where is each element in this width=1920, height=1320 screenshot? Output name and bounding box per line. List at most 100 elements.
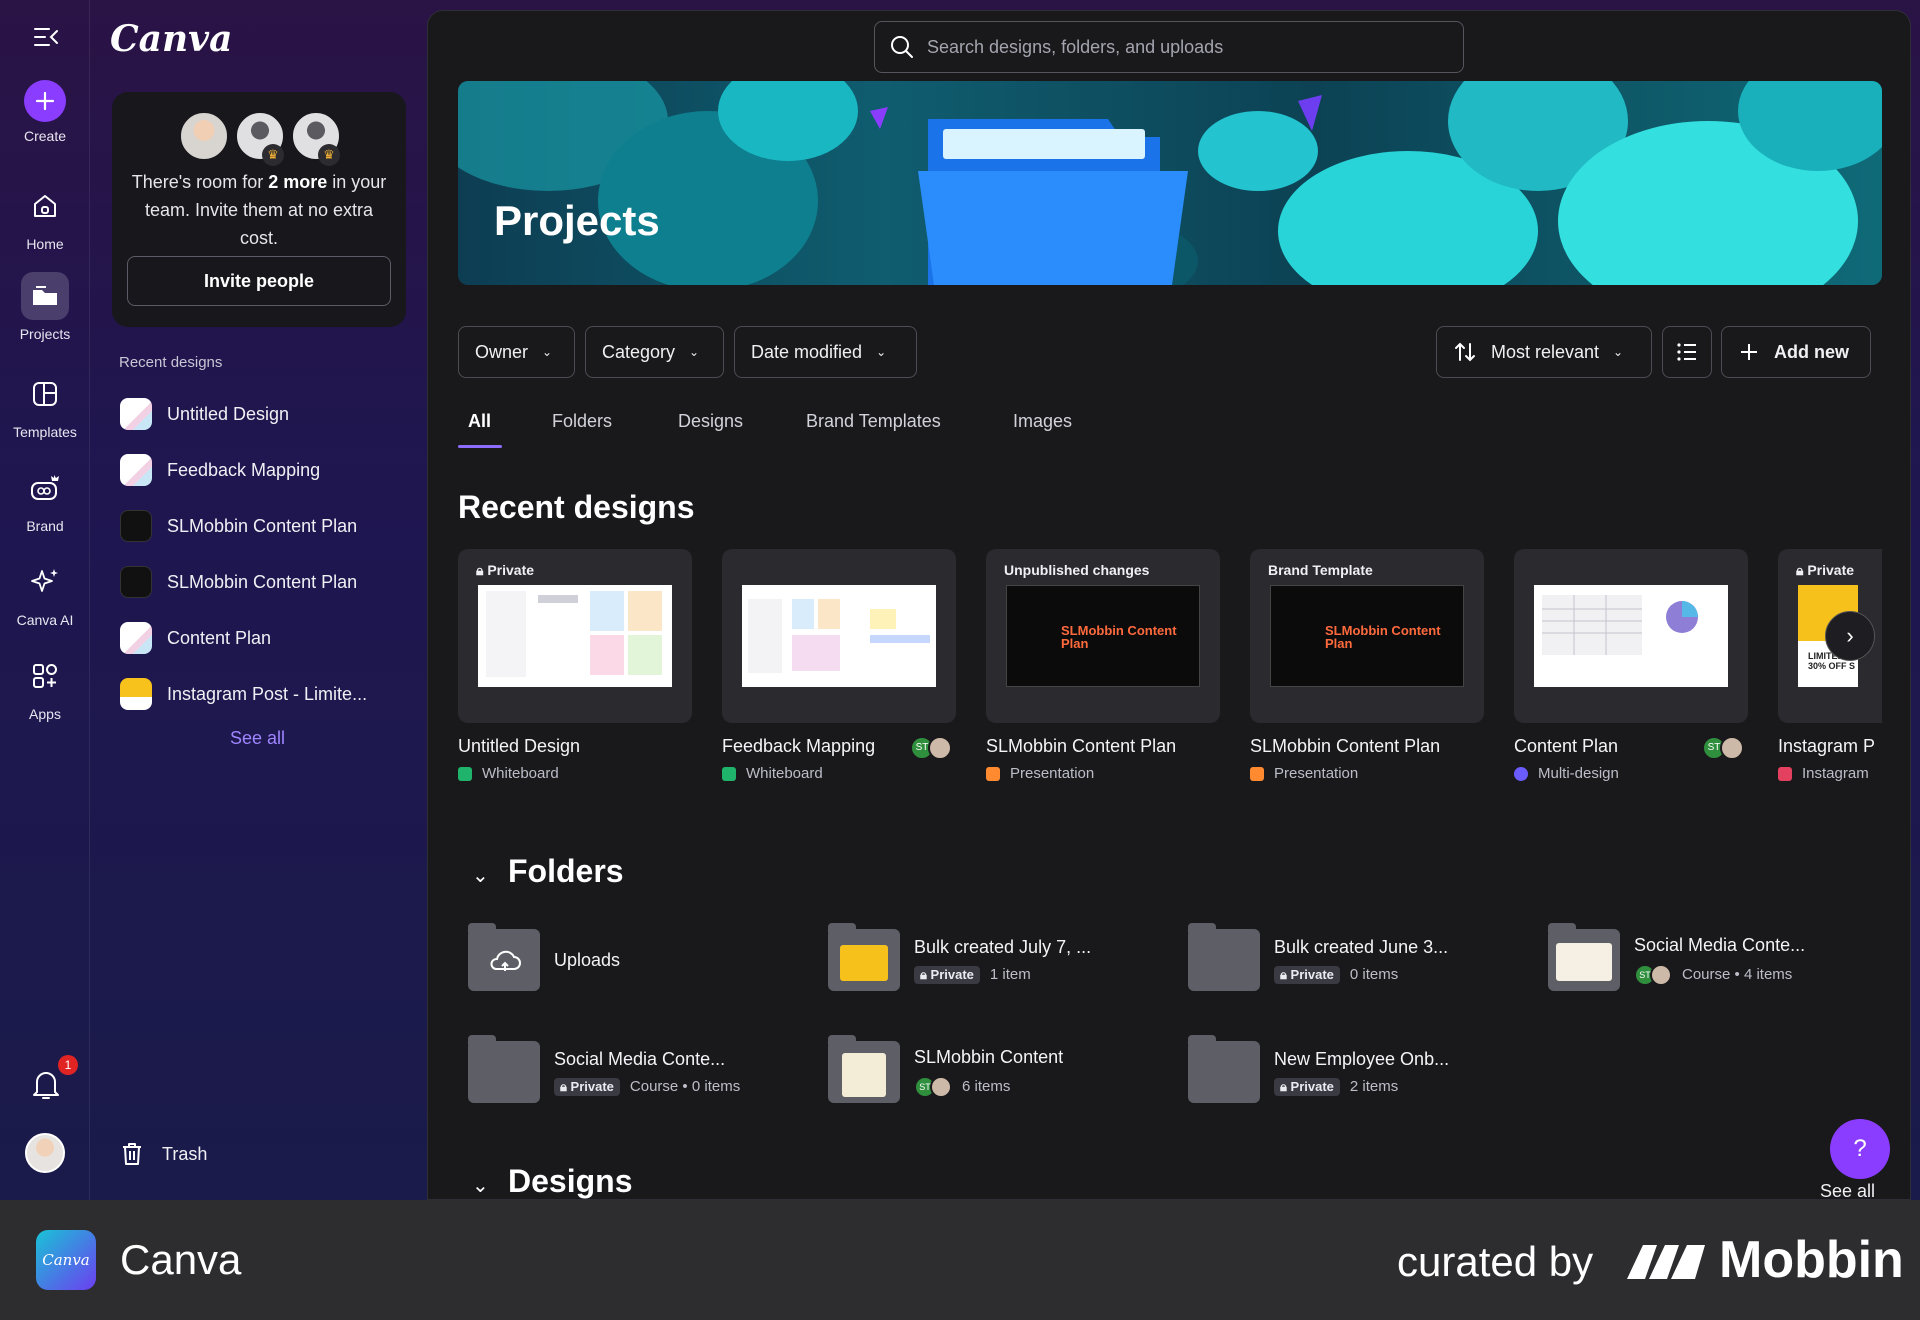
app-name: Canva	[120, 1236, 242, 1283]
folder-item[interactable]: Social Media Conte... ST Course • 4 items	[1548, 923, 1806, 993]
card-type: Presentation	[986, 765, 1220, 782]
home-icon	[21, 182, 69, 230]
chevron-down-icon[interactable]: ⌄	[472, 863, 489, 888]
category-filter[interactable]: Category ⌄	[585, 326, 724, 378]
list-view-button[interactable]	[1662, 326, 1712, 378]
footer-bar: Canva Canva curated by Mobbin	[0, 1200, 1920, 1320]
recent-item[interactable]: Untitled Design	[120, 394, 420, 434]
folder-name: Uploads	[554, 949, 621, 970]
presentation-icon	[986, 766, 1000, 781]
date-modified-filter[interactable]: Date modified ⌄	[734, 326, 917, 378]
recent-item-label: SLMobbin Content Plan	[167, 515, 358, 536]
trash-link[interactable]: Trash	[118, 1140, 207, 1168]
apps-icon	[21, 652, 69, 700]
preview-text: SLMobbin Content Plan	[1325, 623, 1441, 651]
chevron-down-icon[interactable]: ⌄	[472, 1173, 489, 1198]
design-preview	[1534, 585, 1728, 687]
canva-app-icon: Canva	[36, 1230, 96, 1290]
tab-all[interactable]: All	[468, 411, 491, 432]
design-thumbnail: Brand Template SLMobbin Content Plan	[1250, 549, 1484, 723]
folder-icon	[468, 1035, 540, 1103]
folder-item[interactable]: New Employee Onb... 🔒︎ Private 2 items	[1188, 1035, 1449, 1105]
sort-icon	[1455, 342, 1475, 362]
folder-item[interactable]: Bulk created June 3... 🔒︎ Private 0 items	[1188, 923, 1448, 993]
avatar	[930, 1075, 952, 1098]
sort-dropdown[interactable]: Most relevant ⌄	[1436, 326, 1652, 378]
invite-message: There's room for 2 more in your team. In…	[131, 172, 387, 248]
invite-people-button[interactable]: Invite people	[127, 256, 391, 306]
design-card[interactable]: Unpublished changes SLMobbin Content Pla…	[986, 549, 1220, 782]
add-new-label: Add new	[1774, 341, 1849, 362]
card-tag: Unpublished changes	[1004, 562, 1150, 578]
collapse-menu-icon[interactable]	[31, 22, 61, 52]
rail-apps-label: Apps	[29, 706, 61, 722]
folder-item[interactable]: SLMobbin Content ST 6 items	[828, 1035, 1064, 1105]
recent-item[interactable]: Instagram Post - Limite...	[120, 674, 420, 714]
recent-designs-heading: Recent designs	[119, 354, 223, 371]
recent-item-label: Instagram Post - Limite...	[167, 683, 368, 704]
avatar[interactable]	[25, 1133, 65, 1173]
rail-canva-ai[interactable]: Canva AI	[0, 558, 90, 628]
card-tag: 🔒︎ Private	[1796, 562, 1855, 578]
design-thumbnail	[120, 622, 152, 654]
bell-icon[interactable]	[30, 1066, 62, 1102]
folder-meta: 🔒︎ Private 0 items	[1274, 965, 1448, 984]
whiteboard-icon	[458, 766, 472, 781]
card-name: SLMobbin Content Plan	[986, 736, 1177, 756]
rail-create[interactable]: Create	[0, 80, 90, 144]
design-card[interactable]: Brand Template SLMobbin Content Plan SLM…	[1250, 549, 1484, 782]
designs-title: Designs	[508, 1163, 633, 1199]
recent-item[interactable]: Feedback Mapping	[120, 450, 420, 490]
rail-projects[interactable]: Projects	[0, 272, 90, 342]
canva-logo[interactable]: Canva	[110, 18, 232, 60]
recent-item[interactable]: Content Plan	[120, 618, 420, 658]
carousel-next-button[interactable]: ›	[1825, 611, 1875, 661]
folder-item[interactable]: Bulk created July 7, ... 🔒︎ Private 1 ite…	[828, 923, 1091, 993]
rail-templates[interactable]: Templates	[0, 370, 90, 440]
design-thumbnail	[120, 678, 152, 710]
folder-meta: ST Course • 4 items	[1634, 963, 1805, 986]
folder-item[interactable]: Social Media Conte... 🔒︎ Private Course •…	[468, 1035, 740, 1105]
recent-designs-title: Recent designs	[458, 489, 695, 525]
design-card[interactable]: 🔒︎ Private LIMITED-T 30% OFF S Instagram…	[1778, 549, 1882, 782]
tab-folders[interactable]: Folders	[552, 411, 612, 432]
design-card[interactable]: Content Plan Multi-design ST	[1514, 549, 1748, 782]
card-type: Multi-design	[1514, 765, 1748, 782]
rail-brand-label: Brand	[26, 518, 64, 534]
card-type: Instagram	[1778, 765, 1882, 782]
templates-icon	[21, 370, 69, 418]
recent-item-label: Feedback Mapping	[167, 459, 321, 480]
rail-home[interactable]: Home	[0, 182, 90, 252]
collaborator-avatars: ST	[910, 736, 954, 760]
rail-apps[interactable]: Apps	[0, 652, 90, 722]
search-input[interactable]	[927, 36, 1447, 58]
card-name: Instagram P	[1778, 736, 1876, 756]
card-type: Presentation	[1250, 765, 1484, 782]
help-button[interactable]: ?	[1830, 1119, 1890, 1179]
folder-item[interactable]: Uploads	[468, 923, 621, 993]
folder-meta: 🔒︎ Private 2 items	[1274, 1077, 1449, 1096]
folder-name: SLMobbin Content	[914, 1046, 1064, 1067]
folder-meta: 🔒︎ Private Course • 0 items	[554, 1077, 740, 1096]
tab-brand-templates[interactable]: Brand Templates	[806, 411, 941, 432]
recent-item[interactable]: SLMobbin Content Plan	[120, 506, 420, 546]
add-new-button[interactable]: Add new	[1721, 326, 1871, 378]
design-thumbnail	[120, 454, 152, 486]
tab-images[interactable]: Images	[1013, 411, 1072, 432]
search-bar[interactable]	[874, 21, 1464, 73]
plus-icon	[24, 80, 66, 122]
design-card[interactable]: Feedback Mapping Whiteboard ST	[722, 549, 956, 782]
tab-designs[interactable]: Designs	[678, 411, 743, 432]
folder-name: Social Media Conte...	[1634, 934, 1806, 955]
owner-filter[interactable]: Owner ⌄	[458, 326, 575, 378]
rail-brand[interactable]: Brand	[0, 464, 90, 534]
sparkle-icon	[21, 558, 69, 606]
collaborator-avatars: ST	[1702, 736, 1746, 760]
rail-home-label: Home	[26, 236, 64, 252]
see-all-link[interactable]: See all	[230, 728, 285, 749]
folder-meta: 🔒︎ Private 1 item	[914, 965, 1091, 984]
team-avatars: ♛ ♛	[178, 110, 348, 166]
recent-item[interactable]: SLMobbin Content Plan	[120, 562, 420, 602]
see-all-link[interactable]: See all	[1820, 1181, 1875, 1199]
design-card[interactable]: 🔒︎ Private Untitled Design Whiteboard	[458, 549, 692, 782]
